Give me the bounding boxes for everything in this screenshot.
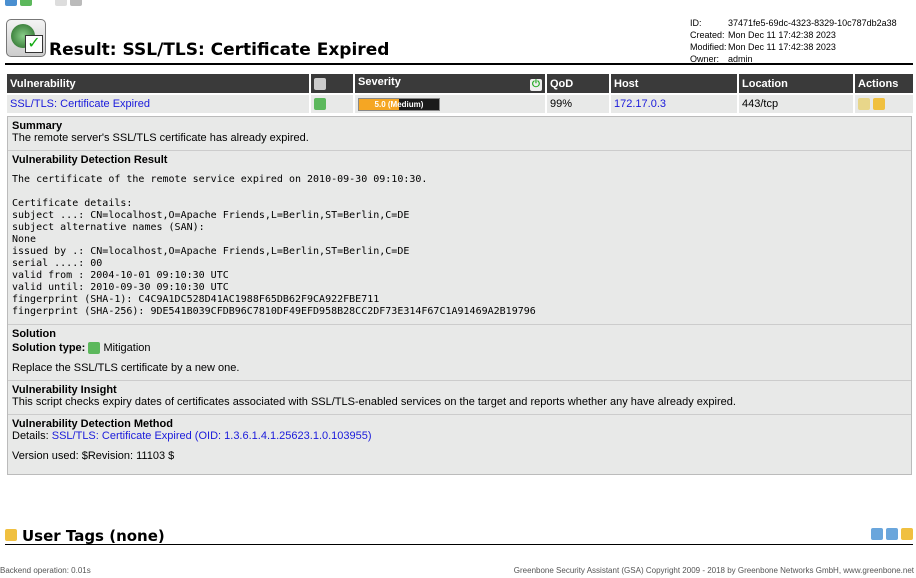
backend-operation-time: Backend operation: 0.01s bbox=[0, 566, 91, 575]
id-label: ID: bbox=[690, 18, 702, 28]
qod-value: 99% bbox=[547, 95, 609, 113]
severity-label: 5.0 (Medium) bbox=[374, 99, 424, 109]
mitigation-icon bbox=[88, 342, 101, 355]
add-tag-icon[interactable] bbox=[873, 98, 886, 111]
user-tags-actions bbox=[871, 528, 914, 541]
help-icon[interactable] bbox=[886, 528, 899, 541]
puzzle-icon bbox=[314, 77, 326, 90]
severity-header-label: Severity bbox=[358, 76, 401, 88]
title-divider bbox=[5, 63, 913, 65]
insight-text: This script checks expiry dates of certi… bbox=[12, 396, 736, 409]
header-solution-type bbox=[311, 74, 353, 93]
location-value: 443/tcp bbox=[739, 95, 853, 113]
download-icon[interactable] bbox=[20, 0, 33, 7]
header-qod[interactable]: QoD bbox=[547, 74, 609, 93]
details-label: Details: bbox=[12, 430, 49, 443]
report-icon[interactable] bbox=[858, 98, 870, 111]
host-link[interactable]: 172.17.0.3 bbox=[614, 98, 666, 110]
user-tags-title[interactable]: User Tags (none) bbox=[22, 527, 165, 545]
detection-method-section: Vulnerability Detection Method Details: … bbox=[8, 415, 911, 474]
created-value: Mon Dec 11 17:42:38 2023 bbox=[728, 30, 836, 40]
header-location[interactable]: Location bbox=[739, 74, 853, 93]
top-toolbar bbox=[5, 0, 83, 7]
detection-result-text: The certificate of the remote service ex… bbox=[12, 174, 536, 317]
mitigation-icon bbox=[314, 98, 326, 111]
result-logo-icon: ✓ bbox=[6, 19, 46, 57]
help-icon[interactable] bbox=[5, 0, 17, 7]
tag-icon bbox=[5, 529, 17, 541]
page-title: Result: SSL/TLS: Certificate Expired bbox=[49, 40, 390, 60]
note-icon[interactable] bbox=[70, 0, 83, 7]
solution-section: Solution Solution type: Mitigation Repla… bbox=[8, 325, 911, 382]
vulnerability-link[interactable]: SSL/TLS: Certificate Expired bbox=[10, 98, 150, 110]
result-details: Summary The remote server's SSL/TLS cert… bbox=[7, 116, 912, 476]
modified-label: Modified: bbox=[690, 42, 727, 52]
solution-title: Solution bbox=[12, 328, 56, 340]
insight-title: Vulnerability Insight bbox=[12, 384, 117, 397]
star-icon[interactable] bbox=[871, 528, 883, 541]
version-text: Version used: $Revision: 11103 $ bbox=[12, 450, 175, 463]
modified-value: Mon Dec 11 17:42:38 2023 bbox=[728, 42, 836, 52]
solution-type-value: Mitigation bbox=[103, 342, 151, 354]
severity-bar: 5.0 (Medium) bbox=[358, 97, 440, 111]
created-label: Created: bbox=[690, 30, 725, 40]
table-row: SSL/TLS: Certificate Expired 5.0 (Medium… bbox=[7, 95, 913, 113]
summary-title: Summary bbox=[12, 120, 63, 132]
solution-text: Replace the SSL/TLS certificate by a new… bbox=[12, 362, 240, 375]
copyright: Greenbone Security Assistant (GSA) Copyr… bbox=[513, 566, 914, 575]
nvt-details-link[interactable]: SSL/TLS: Certificate Expired (OID: 1.3.6… bbox=[52, 430, 372, 442]
insight-section: Vulnerability Insight This script checks… bbox=[8, 381, 911, 416]
solution-type-label: Solution type: bbox=[12, 342, 86, 354]
header-actions: Actions bbox=[855, 74, 913, 93]
detection-result-section: Vulnerability Detection Result The certi… bbox=[8, 151, 911, 325]
header-severity[interactable]: Severity ⏻ bbox=[355, 74, 545, 93]
power-icon[interactable]: ⏻ bbox=[530, 79, 542, 91]
override-icon[interactable] bbox=[55, 0, 68, 7]
result-table: Vulnerability Severity ⏻ QoD Host Locatio… bbox=[5, 72, 915, 115]
header-vulnerability[interactable]: Vulnerability bbox=[7, 74, 309, 93]
detection-result-title: Vulnerability Detection Result bbox=[12, 154, 168, 166]
header-host[interactable]: Host bbox=[611, 74, 737, 93]
id-value: 37471fe5-69dc-4323-8329-10c787db2a38 bbox=[728, 18, 897, 28]
result-meta: ID: 37471fe5-69dc-4323-8329-10c787db2a38 … bbox=[690, 17, 897, 65]
detection-method-title: Vulnerability Detection Method bbox=[12, 418, 173, 431]
summary-section: Summary The remote server's SSL/TLS cert… bbox=[8, 117, 911, 151]
summary-text: The remote server's SSL/TLS certificate … bbox=[12, 132, 309, 144]
user-tags-divider bbox=[5, 544, 913, 545]
new-tag-icon[interactable] bbox=[901, 528, 914, 541]
